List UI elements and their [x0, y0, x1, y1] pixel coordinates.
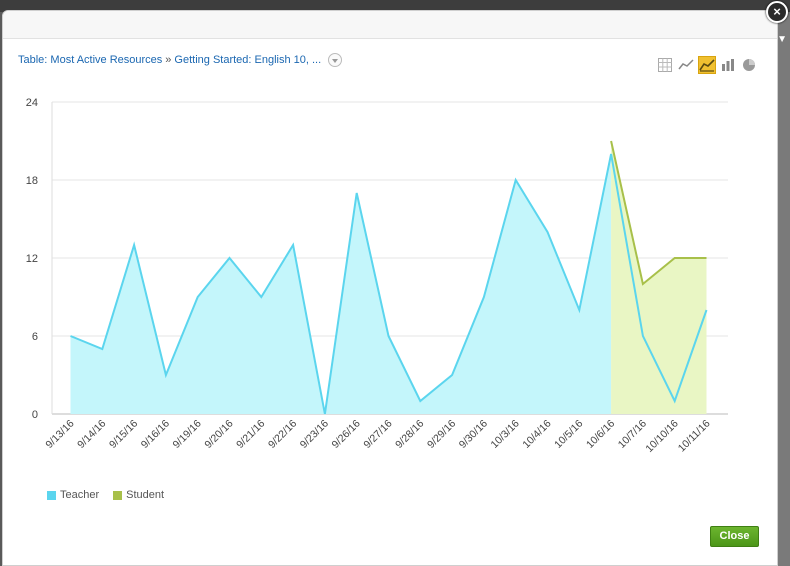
x-tick-label: 9/28/16: [393, 418, 426, 451]
chart-legend: Teacher Student: [47, 489, 164, 501]
x-tick-label: 9/21/16: [234, 418, 267, 451]
teacher-swatch: [47, 490, 56, 500]
teacher-area: [70, 154, 612, 414]
student-area: [611, 141, 707, 414]
x-tick-label: 9/29/16: [425, 418, 458, 451]
y-tick-label: 12: [26, 253, 38, 265]
y-tick-label: 6: [32, 331, 38, 343]
y-tick-label: 18: [26, 175, 38, 187]
x-tick-label: 10/5/16: [552, 418, 585, 451]
legend-student-label: Student: [126, 489, 165, 501]
legend-item-student[interactable]: Student: [113, 489, 164, 501]
area-chart: 0 6 12 18 24 9/13/169/14/169/15/169/16/169/19…: [26, 97, 728, 455]
x-tick-label: 9/13/16: [43, 418, 76, 451]
x-tick-label: 9/16/16: [139, 418, 172, 451]
x-tick-label: 9/23/16: [298, 418, 331, 451]
x-tick-label: 9/19/16: [171, 418, 204, 451]
x-tick-label: 9/20/16: [202, 418, 235, 451]
x-tick-label: 10/4/16: [520, 418, 553, 451]
student-swatch: [113, 490, 123, 500]
y-tick-label: 0: [32, 409, 38, 421]
y-tick-label: 24: [26, 97, 38, 109]
x-tick-label: 10/10/16: [643, 418, 680, 455]
x-tick-label: 9/15/16: [107, 418, 140, 451]
x-tick-label: 9/30/16: [457, 418, 490, 451]
x-tick-label: 10/6/16: [584, 418, 617, 451]
legend-item-teacher[interactable]: Teacher: [47, 489, 99, 501]
x-tick-label: 9/27/16: [361, 418, 394, 451]
close-button[interactable]: Close: [710, 526, 759, 547]
x-tick-label: 9/26/16: [330, 418, 363, 451]
x-tick-label: 9/14/16: [75, 418, 108, 451]
x-tick-label: 10/11/16: [676, 418, 713, 455]
legend-teacher-label: Teacher: [60, 489, 100, 501]
x-tick-label: 9/22/16: [266, 418, 299, 451]
x-tick-label: 10/3/16: [489, 418, 522, 451]
